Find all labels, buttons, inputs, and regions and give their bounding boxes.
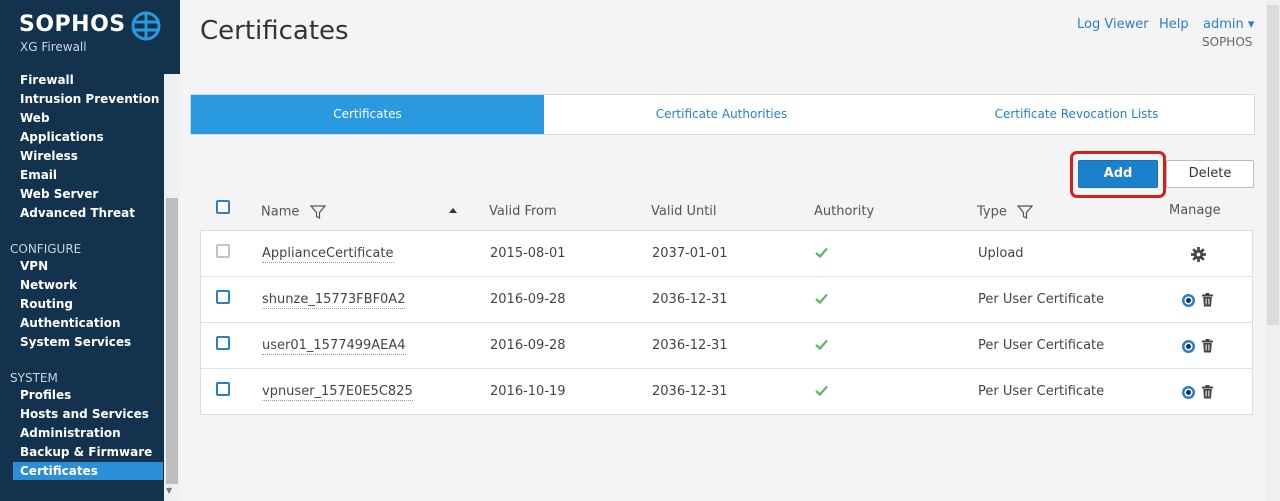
column-header-valid-from[interactable]: Valid From xyxy=(489,204,557,219)
filter-icon[interactable] xyxy=(1017,204,1033,220)
sidebar-item-routing[interactable]: Routing xyxy=(20,297,73,311)
product-name: XG Firewall xyxy=(20,40,87,54)
gear-icon[interactable] xyxy=(1191,247,1206,262)
checkmark-icon xyxy=(815,339,828,350)
brand-header: SOPHOS XG Firewall xyxy=(0,0,180,74)
sidebar-item-wireless[interactable]: Wireless xyxy=(20,149,78,163)
column-type-label: Type xyxy=(977,204,1007,220)
valid-from: 2016-10-19 xyxy=(490,384,566,399)
sophos-globe-icon xyxy=(131,11,161,41)
row-checkbox[interactable] xyxy=(216,290,230,304)
column-header-name[interactable]: Name xyxy=(261,204,326,220)
sidebar-item-network[interactable]: Network xyxy=(20,278,77,292)
sidebar-item-hosts-and-services[interactable]: Hosts and Services xyxy=(20,407,149,421)
user-menu[interactable]: admin ▾ xyxy=(1203,17,1254,32)
checkmark-icon xyxy=(815,293,828,304)
sidebar-item-backup-firmware[interactable]: Backup & Firmware xyxy=(20,445,152,459)
scroll-down-arrow-icon[interactable]: ▼ xyxy=(166,486,172,495)
valid-until: 2037-01-01 xyxy=(652,246,728,261)
sidebar-item-system-services[interactable]: System Services xyxy=(20,335,131,349)
select-all-checkbox[interactable] xyxy=(216,200,230,214)
page-scrollbar[interactable] xyxy=(1266,0,1280,501)
certificate-name[interactable]: user01_1577499AEA4 xyxy=(262,338,406,355)
table-row: shunze_15773FBF0A2 2016-09-28 2036-12-31… xyxy=(201,277,1252,323)
sidebar-item-authentication[interactable]: Authentication xyxy=(20,316,121,330)
row-checkbox[interactable] xyxy=(216,336,230,350)
row-checkbox xyxy=(216,244,230,258)
sidebar-item-advanced-threat[interactable]: Advanced Threat xyxy=(20,206,135,220)
sidebar-item-email[interactable]: Email xyxy=(20,168,57,182)
certificate-type: Per User Certificate xyxy=(978,292,1105,307)
sidebar-item-web-server[interactable]: Web Server xyxy=(20,187,98,201)
trash-icon[interactable] xyxy=(1201,293,1214,307)
table-row: ApplianceCertificate 2015-08-01 2037-01-… xyxy=(201,231,1252,277)
tab-certificates[interactable]: Certificates xyxy=(191,95,544,134)
sidebar-item-applications[interactable]: Applications xyxy=(20,130,104,144)
sidebar-scrollbar-thumb[interactable] xyxy=(166,198,178,484)
download-icon[interactable] xyxy=(1181,339,1196,354)
certificate-name[interactable]: vpnuser_157E0E5C825 xyxy=(262,384,413,401)
sidebar-section-system: SYSTEM xyxy=(10,371,58,385)
certificate-type: Per User Certificate xyxy=(978,338,1105,353)
row-checkbox[interactable] xyxy=(216,382,230,396)
tab-certificate-revocation-lists[interactable]: Certificate Revocation Lists xyxy=(899,95,1254,134)
valid-until: 2036-12-31 xyxy=(652,384,728,399)
valid-until: 2036-12-31 xyxy=(652,338,728,353)
help-link[interactable]: Help xyxy=(1159,17,1189,32)
sidebar-section-configure: CONFIGURE xyxy=(10,242,82,256)
column-header-type[interactable]: Type xyxy=(977,204,1033,220)
log-viewer-link[interactable]: Log Viewer xyxy=(1077,17,1149,32)
download-icon[interactable] xyxy=(1181,385,1196,400)
tab-certificate-authorities[interactable]: Certificate Authorities xyxy=(544,95,899,134)
page-title: Certificates xyxy=(200,16,349,46)
download-icon[interactable] xyxy=(1181,293,1196,308)
column-header-authority[interactable]: Authority xyxy=(814,204,874,219)
checkmark-icon xyxy=(815,385,828,396)
certificate-name[interactable]: ApplianceCertificate xyxy=(262,246,394,263)
certificate-type: Upload xyxy=(978,246,1024,261)
sidebar-item-profiles[interactable]: Profiles xyxy=(20,388,71,402)
trash-icon[interactable] xyxy=(1201,339,1214,353)
tab-bar: Certificates Certificate Authorities Cer… xyxy=(190,94,1255,135)
table-row: user01_1577499AEA4 2016-09-28 2036-12-31… xyxy=(201,323,1252,369)
sort-ascending-icon[interactable] xyxy=(449,208,457,213)
checkmark-icon xyxy=(815,247,828,258)
sidebar-item-intrusion-prevention[interactable]: Intrusion Prevention xyxy=(20,92,159,106)
sidebar-item-certificates[interactable]: Certificates xyxy=(13,462,163,480)
sidebar-item-firewall[interactable]: Firewall xyxy=(20,73,74,87)
valid-from: 2016-09-28 xyxy=(490,292,566,307)
valid-from: 2015-08-01 xyxy=(490,246,566,261)
certificates-table: ApplianceCertificate 2015-08-01 2037-01-… xyxy=(200,230,1253,415)
trash-icon[interactable] xyxy=(1201,385,1214,399)
delete-button[interactable]: Delete xyxy=(1166,160,1254,188)
valid-until: 2036-12-31 xyxy=(652,292,728,307)
user-organization: SOPHOS xyxy=(1202,35,1253,49)
column-name-label: Name xyxy=(261,204,300,220)
add-button[interactable]: Add xyxy=(1078,160,1158,188)
column-header-manage: Manage xyxy=(1169,203,1221,218)
certificate-name[interactable]: shunze_15773FBF0A2 xyxy=(262,292,406,309)
sidebar-item-vpn[interactable]: VPN xyxy=(20,259,48,273)
filter-icon[interactable] xyxy=(309,204,326,220)
certificate-type: Per User Certificate xyxy=(978,384,1105,399)
sidebar-item-web[interactable]: Web xyxy=(20,111,50,125)
brand-logo: SOPHOS xyxy=(19,12,126,37)
page-scrollbar-thumb[interactable] xyxy=(1267,5,1279,325)
sidebar: Firewall Intrusion Prevention Web Applic… xyxy=(0,0,180,501)
column-header-valid-until[interactable]: Valid Until xyxy=(651,204,717,219)
sidebar-item-administration[interactable]: Administration xyxy=(20,426,121,440)
valid-from: 2016-09-28 xyxy=(490,338,566,353)
table-row: vpnuser_157E0E5C825 2016-10-19 2036-12-3… xyxy=(201,369,1252,415)
